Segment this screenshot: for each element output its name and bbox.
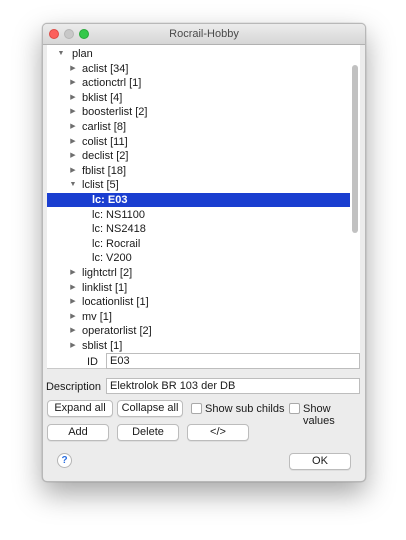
- tree-item-label: fblist [18]: [82, 164, 127, 177]
- tree-item-label: actionctrl [1]: [82, 77, 142, 90]
- collapsed-triangle-icon[interactable]: ▶: [68, 339, 78, 353]
- collapsed-triangle-icon[interactable]: ▶: [68, 149, 78, 163]
- tree-item-label: lc: NS1100: [92, 208, 145, 221]
- description-field[interactable]: Elektrolok BR 103 der DB: [106, 378, 360, 394]
- tree-item[interactable]: ▶ declist [2]: [47, 149, 350, 163]
- tree-item-label: sblist [1]: [82, 340, 123, 352]
- collapse-all-button[interactable]: Collapse all: [117, 400, 183, 417]
- tree-item[interactable]: ▶ carlist [8]: [47, 120, 350, 134]
- tree-root[interactable]: ▼ plan: [47, 47, 350, 61]
- tree-item-label: lclist [5]: [82, 179, 119, 192]
- window-title: Rocrail-Hobby: [169, 28, 239, 40]
- tree-item-label: bklist [4]: [82, 91, 123, 104]
- expanded-triangle-icon[interactable]: ▼: [56, 47, 66, 61]
- add-button[interactable]: Add: [47, 424, 109, 441]
- tree-item-label: lc: Rocrail: [92, 237, 141, 250]
- expanded-triangle-icon[interactable]: ▼: [68, 178, 78, 192]
- collapsed-triangle-icon[interactable]: ▶: [68, 62, 78, 76]
- tree-item-label: lc: V200: [92, 252, 132, 265]
- tree-item-label: locationlist [1]: [82, 296, 149, 309]
- tree-child-item[interactable]: lc: E03: [47, 193, 350, 207]
- tree-child-item[interactable]: lc: NS2418: [47, 222, 350, 236]
- tree-root-label: plan: [72, 48, 93, 60]
- tree-item[interactable]: ▶ boosterlist [2]: [47, 105, 350, 119]
- collapsed-triangle-icon[interactable]: ▶: [68, 266, 78, 280]
- description-label: Description: [45, 381, 101, 393]
- id-label: ID: [87, 356, 98, 368]
- tree-item[interactable]: ▶ lightctrl [2]: [47, 266, 350, 280]
- help-icon[interactable]: ?: [57, 453, 72, 468]
- show-sub-childs-label: Show sub childs: [205, 403, 285, 415]
- id-field[interactable]: E03: [106, 353, 360, 369]
- tree-item[interactable]: ▼ lclist [5]: [47, 178, 350, 192]
- collapsed-triangle-icon[interactable]: ▶: [68, 164, 78, 178]
- tree-item[interactable]: ▶ colist [11]: [47, 135, 350, 149]
- minimize-window-button[interactable]: [64, 29, 74, 39]
- tree-item[interactable]: ▶ locationlist [1]: [47, 295, 350, 309]
- tree-item-label: boosterlist [2]: [82, 106, 148, 119]
- tree-item-label: linklist [1]: [82, 281, 128, 294]
- xml-source-button[interactable]: </>: [187, 424, 249, 441]
- tree-child-item[interactable]: lc: NS1100: [47, 208, 350, 222]
- tree-item[interactable]: ▶ actionctrl [1]: [47, 76, 350, 90]
- tree-item-label: lc: NS2418: [92, 223, 146, 236]
- collapsed-triangle-icon[interactable]: ▶: [68, 76, 78, 90]
- tree-child-item[interactable]: lc: V200: [47, 251, 350, 265]
- collapsed-triangle-icon[interactable]: ▶: [68, 324, 78, 338]
- tree-scrollbar[interactable]: [352, 47, 358, 367]
- tree-item[interactable]: ▶ aclist [34]: [47, 62, 350, 76]
- close-window-button[interactable]: [49, 29, 59, 39]
- collapsed-triangle-icon[interactable]: ▶: [68, 120, 78, 134]
- tree-item[interactable]: ▶ mv [1]: [47, 310, 350, 324]
- show-values-label: Show values: [303, 403, 335, 427]
- tree-item[interactable]: ▶ operatorlist [2]: [47, 324, 350, 338]
- tree-item-label: lightctrl [2]: [82, 267, 133, 279]
- plan-tree[interactable]: ▼ plan ▶ aclist [34] ▶ actionctrl [1] ▶ bklis…: [47, 45, 360, 369]
- tree-item-label: carlist [8]: [82, 121, 127, 133]
- dialog-window: Rocrail-Hobby ▼ plan ▶ aclist [34] ▶ action…: [42, 23, 366, 482]
- tree-item-label: lc: E03: [92, 194, 128, 206]
- expand-all-button[interactable]: Expand all: [47, 400, 113, 417]
- collapsed-triangle-icon[interactable]: ▶: [68, 91, 78, 105]
- collapsed-triangle-icon[interactable]: ▶: [68, 295, 78, 309]
- ok-button[interactable]: OK: [289, 453, 351, 470]
- tree-item-label: declist [2]: [82, 150, 129, 163]
- show-values-checkbox[interactable]: [289, 403, 300, 414]
- delete-button[interactable]: Delete: [117, 424, 179, 441]
- tree-scrollbar-thumb[interactable]: [352, 65, 358, 233]
- tree-item[interactable]: ▶ bklist [4]: [47, 91, 350, 105]
- title-bar[interactable]: Rocrail-Hobby: [43, 24, 365, 45]
- tree-item-label: mv [1]: [82, 310, 112, 323]
- collapsed-triangle-icon[interactable]: ▶: [68, 105, 78, 119]
- collapsed-triangle-icon[interactable]: ▶: [68, 135, 78, 149]
- tree-child-item[interactable]: lc: Rocrail: [47, 237, 350, 251]
- tree-item-label: aclist [34]: [82, 62, 129, 75]
- collapsed-triangle-icon[interactable]: ▶: [68, 310, 78, 324]
- zoom-window-button[interactable]: [79, 29, 89, 39]
- tree-item[interactable]: ▶ sblist [1]: [47, 339, 350, 353]
- tree-item[interactable]: ▶ linklist [1]: [47, 281, 350, 295]
- collapsed-triangle-icon[interactable]: ▶: [68, 281, 78, 295]
- tree-item[interactable]: ▶ fblist [18]: [47, 164, 350, 178]
- tree-item-label: operatorlist [2]: [82, 325, 152, 338]
- tree-item-label: colist [11]: [82, 135, 128, 148]
- show-sub-childs-checkbox[interactable]: [191, 403, 202, 414]
